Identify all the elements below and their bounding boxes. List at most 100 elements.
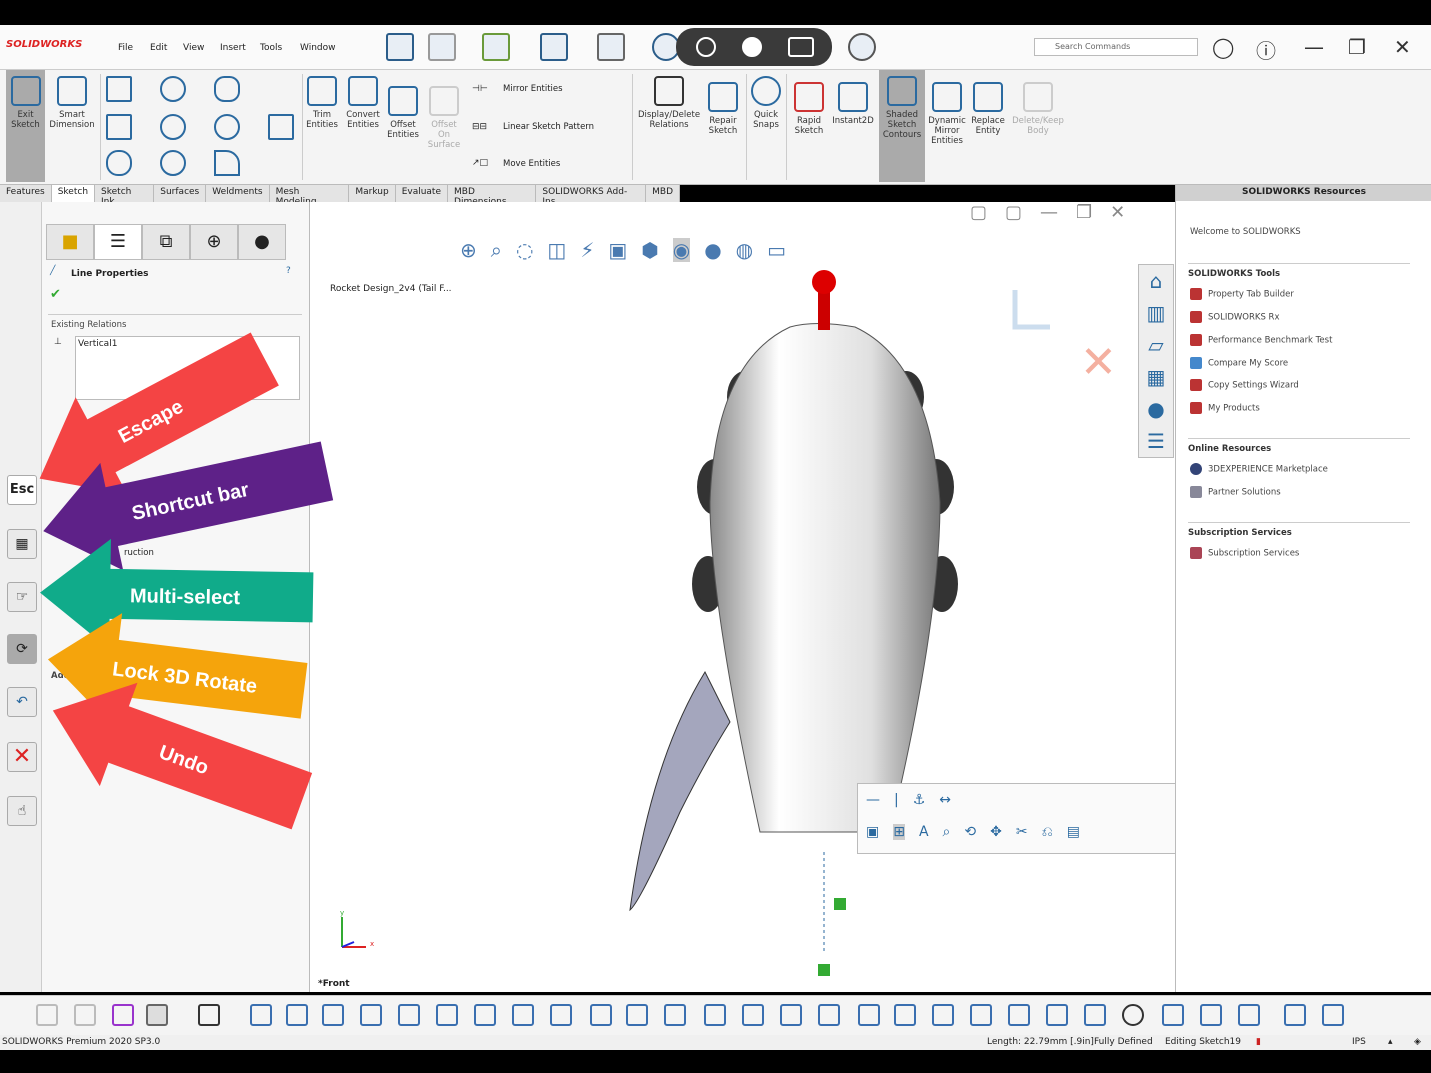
status-up-icon[interactable]: ▴ (1388, 1037, 1393, 1047)
relations-icon[interactable]: ⊞ (893, 824, 905, 840)
new-document-icon[interactable] (428, 33, 456, 61)
filter-mesh-icon[interactable] (1238, 1004, 1260, 1026)
filter-clear-icon[interactable] (112, 1004, 134, 1026)
construction-icon[interactable]: ▣ (866, 824, 879, 840)
help-icon[interactable]: ⓘ (1256, 35, 1276, 64)
resource-item[interactable]: Partner Solutions (1190, 486, 1281, 498)
resource-item[interactable]: 3DEXPERIENCE Marketplace (1190, 463, 1328, 475)
offset-entities-button[interactable]: Offset Entities (384, 80, 422, 140)
filter-vertices-icon[interactable] (250, 1004, 272, 1026)
resource-item[interactable]: Copy Settings Wizard (1190, 379, 1299, 391)
filter-sketch-segments-icon[interactable] (550, 1004, 572, 1026)
quick-snaps-button[interactable]: Quick Snaps (748, 70, 784, 130)
menu-view[interactable]: View (183, 43, 204, 53)
text-icon[interactable] (268, 114, 294, 140)
ok-check-icon[interactable]: ✔ (50, 287, 61, 302)
filter-toggle-icon[interactable] (74, 1004, 96, 1026)
filter-faces-icon[interactable] (322, 1004, 344, 1026)
open-icon[interactable] (482, 33, 510, 61)
filter-surface-bodies-icon[interactable] (360, 1004, 382, 1026)
filter-center-marks-icon[interactable] (1046, 1004, 1068, 1026)
polygon-icon[interactable] (160, 150, 186, 176)
welcome-link[interactable]: Welcome to SOLIDWORKS (1190, 227, 1301, 237)
close-icon[interactable]: ✕ (1394, 35, 1411, 59)
filter-blocks-icon[interactable] (970, 1004, 992, 1026)
section-subscription[interactable]: Subscription Services (1188, 522, 1410, 538)
tab-evaluate[interactable]: Evaluate (396, 185, 449, 202)
relations-list[interactable]: Vertical1 (75, 336, 300, 400)
filter-datum-icon[interactable] (818, 1004, 840, 1026)
filter-edges-icon[interactable] (286, 1004, 308, 1026)
tab-weldments[interactable]: Weldments (206, 185, 270, 202)
convert-entities-button[interactable]: Convert Entities (343, 70, 383, 130)
keyboard-icon[interactable] (788, 37, 814, 57)
filter-cosmetic-thread-icon[interactable] (932, 1004, 954, 1026)
filter-sketch-points-icon[interactable] (512, 1004, 534, 1026)
smart-dimension-icon[interactable]: ↔ (939, 792, 951, 808)
convert-icon[interactable]: ⎌ (1042, 824, 1053, 840)
rotate-icon[interactable]: ⟲ (964, 824, 976, 840)
filter-welds-icon[interactable] (1008, 1004, 1030, 1026)
delete-keep-body-button[interactable]: Delete/Keep Body (1010, 76, 1066, 136)
offset-on-surface-button[interactable]: Offset On Surface (424, 80, 464, 150)
horizontal-relation-icon[interactable]: — (866, 792, 880, 808)
menu-tools[interactable]: Tools (260, 43, 282, 53)
spline-icon[interactable] (214, 76, 240, 102)
feature-manager-tab[interactable]: ■ (46, 224, 94, 260)
tab-addins[interactable]: SOLIDWORKS Add-Ins (536, 185, 647, 207)
undo-icon[interactable]: ↶ (7, 687, 37, 717)
relation-item[interactable]: Vertical1 (78, 339, 117, 349)
mirror-entities-button[interactable]: Mirror Entities (503, 84, 563, 94)
dynamic-mirror-button[interactable]: Dynamic Mirror Entities (927, 76, 967, 146)
trim-icon[interactable]: ✂ (1016, 824, 1028, 840)
select-tool-icon[interactable]: ☝ (7, 796, 37, 826)
save-icon[interactable] (540, 33, 568, 61)
filter-mesh-vertices-icon[interactable] (1322, 1004, 1344, 1026)
cancel-icon[interactable]: ✕ (7, 742, 37, 772)
shaded-sketch-contours-button[interactable]: Shaded Sketch Contours (879, 70, 925, 182)
smart-dimension-button[interactable]: Smart Dimension (48, 70, 96, 130)
tab-markup[interactable]: Markup (349, 185, 396, 202)
linear-sketch-pattern-button[interactable]: Linear Sketch Pattern (503, 122, 594, 132)
fix-icon[interactable]: ⚓ (913, 792, 926, 808)
filter-icon[interactable] (36, 1004, 58, 1026)
menu-window[interactable]: Window (300, 43, 336, 53)
filter-centerpoints-icon[interactable] (626, 1004, 648, 1026)
tab-mbd[interactable]: MBD (646, 185, 680, 202)
repair-sketch-button[interactable]: Repair Sketch (704, 76, 742, 136)
filter-solid-bodies-icon[interactable] (398, 1004, 420, 1026)
filter-midpoints-icon[interactable] (590, 1004, 612, 1026)
select-cursor-icon[interactable] (146, 1004, 168, 1026)
gear-icon[interactable] (848, 33, 876, 61)
dimxpert-tab[interactable]: ⊕ (190, 224, 238, 260)
tab-mbd-dimensions[interactable]: MBD Dimensions (448, 185, 537, 207)
resource-item[interactable]: Property Tab Builder (1190, 288, 1294, 300)
resource-item[interactable]: SOLIDWORKS Rx (1190, 311, 1279, 323)
filter-connection-points-icon[interactable] (1162, 1004, 1184, 1026)
ellipse-icon[interactable] (214, 114, 240, 140)
move-entities-button[interactable]: Move Entities (503, 159, 560, 169)
section-tools[interactable]: SOLIDWORKS Tools (1188, 263, 1410, 279)
tab-sketch-ink[interactable]: Sketch Ink (95, 185, 155, 207)
lock-rotate-icon[interactable]: ⟳ (7, 634, 37, 664)
esc-button[interactable]: Esc (7, 475, 37, 505)
existing-relations-header[interactable]: Existing Relations (51, 320, 126, 330)
vertical-relation-icon[interactable]: | (894, 792, 899, 808)
filter-surface-finish-icon[interactable] (742, 1004, 764, 1026)
resource-item[interactable]: Subscription Services (1190, 547, 1299, 559)
graphics-area[interactable]: Rocket Design_2v4 (Tail F... *Front ⊕ ⌕ ◌ ◫… (310, 202, 1175, 992)
property-manager-tab[interactable]: ☰ (94, 224, 142, 260)
confirm-corner-cancel-icon[interactable]: ✕ (1080, 337, 1117, 388)
filter-mesh-facets-icon[interactable] (1284, 1004, 1306, 1026)
print-icon[interactable] (597, 33, 625, 61)
replace-entity-button[interactable]: Replace Entity (969, 76, 1007, 136)
line-icon[interactable] (106, 76, 132, 102)
trim-entities-button[interactable]: Trim Entities (303, 70, 341, 130)
confirm-corner-ok-icon[interactable] (1012, 290, 1050, 330)
circle-icon[interactable] (160, 76, 186, 102)
menu-edit[interactable]: Edit (150, 43, 167, 53)
filter-tables-icon[interactable] (1084, 1004, 1106, 1026)
menu-file[interactable]: File (118, 43, 133, 53)
resource-item[interactable]: Performance Benchmark Test (1190, 334, 1332, 346)
tag-icon[interactable]: ◈ (1414, 1037, 1421, 1047)
